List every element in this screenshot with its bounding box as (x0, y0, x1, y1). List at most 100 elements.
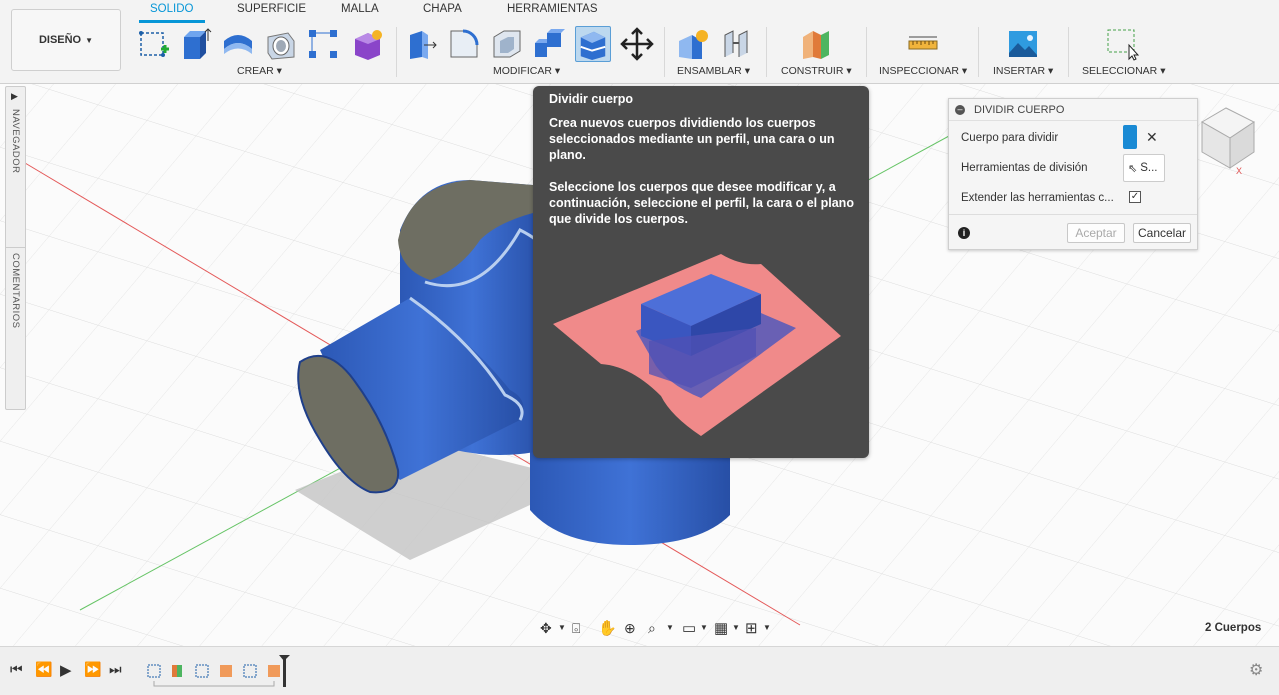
timeline-marker (283, 657, 286, 687)
pan-icon[interactable]: ✋ (598, 619, 617, 637)
accept-button[interactable]: Aceptar (1067, 223, 1125, 243)
workspace-label: DISEÑO (38, 34, 82, 46)
group-modificar-label: MODIFICAR (493, 65, 552, 77)
group-modificar[interactable]: MODIFICAR ▾ (493, 65, 560, 77)
separator (664, 27, 665, 77)
timeline-settings-icon[interactable]: ⚙ (1249, 660, 1263, 680)
separator (978, 27, 979, 77)
fillet-icon[interactable] (446, 26, 482, 62)
timeline-sketch-icon (243, 664, 257, 678)
select-icon[interactable] (1104, 26, 1140, 62)
group-insertar[interactable]: INSERTAR ▾ (993, 65, 1053, 77)
split-body-tooltip: Dividir cuerpo Crea nuevos cuerpos divid… (533, 86, 869, 458)
joint-icon[interactable] (718, 26, 754, 62)
navigator-tab[interactable]: NAVEGADOR (10, 109, 21, 174)
group-construir-label: CONSTRUIR (781, 65, 844, 77)
timeline-features[interactable] (142, 651, 292, 691)
create-sketch-icon[interactable] (136, 26, 172, 62)
tab-malla[interactable]: MALLA (341, 3, 379, 15)
group-ensamblar[interactable]: ENSAMBLAR ▾ (677, 65, 750, 77)
panel-divider (6, 247, 25, 248)
orbit-icon[interactable]: ✥ (540, 620, 552, 637)
create-form-icon[interactable] (349, 26, 385, 62)
look-at-icon[interactable]: ⌻ (572, 620, 580, 637)
grid-dropdown-icon[interactable]: ▼ (732, 623, 740, 632)
group-crear[interactable]: CREAR ▾ (237, 65, 282, 77)
dialog-divider (949, 214, 1197, 215)
offset-plane-icon[interactable] (798, 26, 834, 62)
display-dropdown-icon[interactable]: ▼ (700, 623, 708, 632)
collapse-icon[interactable]: – (955, 105, 965, 115)
group-inspeccionar[interactable]: INSPECCIONAR ▾ (879, 65, 967, 77)
svg-text:X: X (1236, 166, 1242, 176)
step-back-icon[interactable]: ⏪ (35, 661, 52, 678)
active-tab-indicator (139, 20, 205, 23)
go-to-start-icon[interactable]: ⏮ (10, 661, 23, 678)
navigation-bar: ✥ ▼ ⌻ ✋ ⊕ ⌕ ▼ ▭ ▼ ▦ ▼ ⊞ ▼ (538, 618, 774, 640)
toolbar: DISEÑO ▼ SOLIDO SUPERFICIE MALLA CHAPA H… (0, 0, 1279, 84)
shell-icon[interactable] (489, 26, 525, 62)
body-count: 2 Cuerpos (1205, 622, 1262, 634)
group-seleccionar[interactable]: SELECCIONAR ▾ (1082, 65, 1165, 77)
split-tools-label: Herramientas de división (961, 162, 1088, 174)
extend-tools-checkbox[interactable]: ✓ (1129, 191, 1141, 203)
clear-selection-icon[interactable]: ✕ (1146, 129, 1158, 146)
tab-solido[interactable]: SOLIDO (150, 3, 193, 15)
group-ensamblar-label: ENSAMBLAR (677, 65, 742, 77)
tab-herramientas[interactable]: HERRAMIENTAS (507, 3, 598, 15)
separator (766, 27, 767, 77)
revolve-icon[interactable] (220, 26, 256, 62)
body-to-split-label: Cuerpo para dividir (961, 132, 1059, 144)
group-seleccionar-label: SELECCIONAR (1082, 65, 1158, 77)
caret-down-icon: ▼ (85, 35, 94, 45)
go-to-end-icon[interactable]: ⏭ (109, 661, 122, 678)
split-body-dialog: – DIVIDIR CUERPO Cuerpo para dividir ✕ H… (948, 98, 1198, 250)
tooltip-illustration (553, 254, 841, 436)
comments-tab[interactable]: COMENTARIOS (10, 253, 21, 329)
timeline-plane-icon (172, 665, 177, 677)
grid-settings-icon[interactable]: ▦ (714, 619, 728, 637)
move-icon[interactable] (619, 26, 655, 62)
view-cube-icon: X (1201, 107, 1255, 176)
hole-icon[interactable] (263, 26, 299, 62)
dialog-title: DIVIDIR CUERPO (974, 104, 1065, 116)
pattern-icon[interactable] (305, 26, 341, 62)
tab-superficie[interactable]: SUPERFICIE (237, 3, 306, 15)
info-icon[interactable]: i (958, 227, 970, 239)
timeline-loft-icon (220, 665, 232, 677)
extrude-icon[interactable] (177, 26, 213, 62)
tab-chapa[interactable]: CHAPA (423, 3, 462, 15)
view-cube[interactable]: X (1196, 100, 1258, 176)
viewports-icon[interactable]: ⊞ (745, 619, 758, 637)
browser-panel[interactable]: ▶ NAVEGADOR COMENTARIOS (5, 86, 26, 410)
display-settings-icon[interactable]: ▭ (682, 619, 696, 637)
measure-icon[interactable] (905, 26, 941, 62)
viewports-dropdown-icon[interactable]: ▼ (763, 623, 771, 632)
new-component-icon[interactable] (675, 26, 711, 62)
extend-tools-label: Extender las herramientas c... (961, 192, 1114, 204)
zoom-icon[interactable]: ⊕ (624, 620, 636, 637)
timeline: ⏮ ⏪ ▶ ⏩ ⏭ ⚙ (0, 646, 1279, 695)
step-forward-icon[interactable]: ⏩ (84, 661, 101, 678)
cancel-button[interactable]: Cancelar (1133, 223, 1191, 243)
fit-icon[interactable]: ⌕ (648, 620, 656, 637)
timeline-sketch-icon (147, 664, 161, 678)
split-body-icon[interactable] (575, 26, 611, 62)
play-icon[interactable]: ▶ (60, 661, 72, 679)
body-to-split-selector[interactable] (1123, 125, 1137, 149)
separator (396, 27, 397, 77)
workspace-switcher[interactable]: DISEÑO ▼ (11, 9, 121, 71)
tooltip-paragraph-2: Seleccione los cuerpos que desee modific… (549, 180, 854, 226)
tooltip-title: Dividir cuerpo (549, 92, 634, 106)
fit-dropdown-icon[interactable]: ▼ (666, 623, 674, 632)
group-crear-label: CREAR (237, 65, 274, 77)
press-pull-icon[interactable] (403, 26, 439, 62)
orbit-dropdown-icon[interactable]: ▼ (558, 623, 566, 632)
split-tools-selector[interactable]: ⇖ S... (1123, 154, 1165, 182)
dialog-header[interactable]: – DIVIDIR CUERPO (949, 99, 1197, 121)
insert-image-icon[interactable] (1005, 26, 1041, 62)
expand-arrow-icon[interactable]: ▶ (11, 91, 18, 102)
tooltip-paragraph-1: Crea nuevos cuerpos dividiendo los cuerp… (549, 116, 835, 162)
combine-icon[interactable] (532, 26, 568, 62)
group-construir[interactable]: CONSTRUIR ▾ (781, 65, 852, 77)
